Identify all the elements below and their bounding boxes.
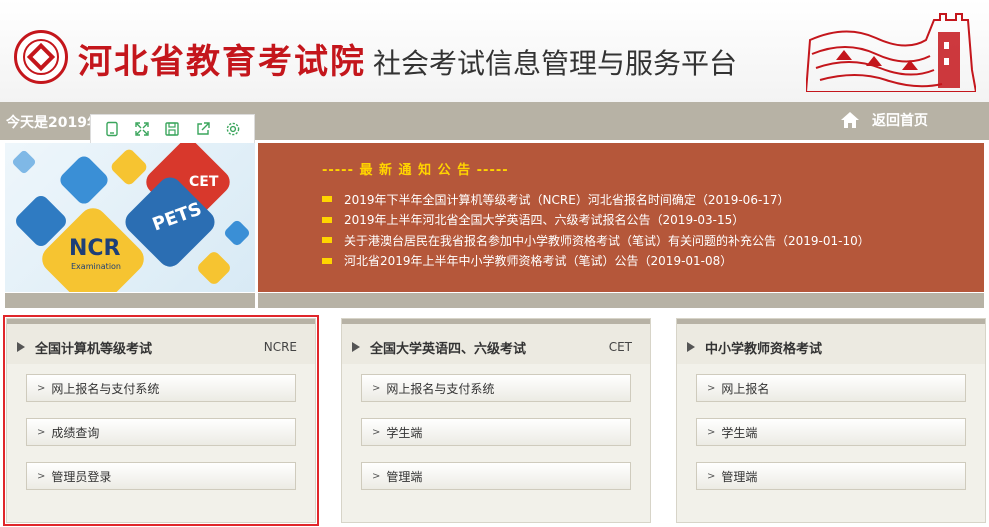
home-label: 返回首页: [872, 113, 928, 129]
panel-title: 全国大学英语四、六级考试: [370, 342, 527, 357]
notice-item[interactable]: 2019年下半年全国计算机等级考试（NCRE）河北省报名时间确定（2019-06…: [322, 189, 870, 210]
notice-item[interactable]: 河北省2019年上半年中小学教师资格考试（笔试）公告（2019-01-08）: [322, 251, 870, 272]
banner-ncre-text: NCR: [69, 236, 121, 261]
cet-admin-button[interactable]: > 管理端: [361, 462, 631, 490]
notice-list: 2019年下半年全国计算机等级考试（NCRE）河北省报名时间确定（2019-06…: [322, 189, 870, 271]
bullet-icon: [322, 237, 332, 244]
notice-title: ----- 最 新 通 知 公 告 -----: [322, 163, 509, 178]
chevron-right-icon: >: [372, 382, 381, 394]
today-text: 今天是2019年: [6, 115, 101, 131]
fullscreen-icon[interactable]: [132, 119, 152, 139]
share-icon[interactable]: [193, 119, 213, 139]
chevron-right-icon: >: [372, 470, 381, 482]
org-name: 河北省教育考试院: [78, 42, 366, 82]
page: 河北省教育考试院 社会考试信息管理与服务平台 今天是2019年 返回首页 CET…: [0, 0, 989, 527]
notice-text: 河北省2019年上半年中小学教师资格考试（笔试）公告（2019-01-08）: [344, 254, 733, 269]
panel-cet: 全国大学英语四、六级考试 CET > 网上报名与支付系统 > 学生端 > 管理端: [341, 318, 651, 523]
panel-code: CET: [608, 340, 632, 354]
bullet-icon: [322, 216, 332, 223]
panel-header: 中小学教师资格考试: [677, 319, 985, 364]
chevron-right-icon: >: [372, 426, 381, 438]
button-label: 学生端: [721, 425, 758, 440]
button-label: 学生端: [386, 425, 423, 440]
notice-board: ----- 最 新 通 知 公 告 ----- 2019年下半年全国计算机等级考…: [258, 143, 984, 292]
home-icon: [841, 112, 859, 128]
great-wall-icon: [806, 13, 976, 92]
tablet-icon[interactable]: [102, 119, 122, 139]
teacher-admin-button[interactable]: > 管理端: [696, 462, 966, 490]
button-label: 成绩查询: [51, 425, 100, 440]
notice-strip: [258, 293, 984, 308]
chevron-right-icon: >: [707, 382, 716, 394]
chevron-right-icon: >: [37, 470, 46, 482]
cet-register-button[interactable]: > 网上报名与支付系统: [361, 374, 631, 402]
ncre-score-button[interactable]: > 成绩查询: [26, 418, 296, 446]
banner-strip: [5, 293, 255, 308]
panel-title: 全国计算机等级考试: [35, 342, 153, 357]
banner-exam-text: Examination: [71, 262, 121, 271]
chevron-right-icon: >: [37, 382, 46, 394]
notice-item[interactable]: 关于港澳台居民在我省报名参加中小学教师资格考试（笔试）有关问题的补充公告（201…: [322, 230, 870, 251]
platform-name: 社会考试信息管理与服务平台: [373, 47, 738, 80]
teacher-student-button[interactable]: > 学生端: [696, 418, 966, 446]
chevron-right-icon: >: [707, 470, 716, 482]
notice-text: 2019年上半年河北省全国大学英语四、六级考试报名公告（2019-03-15）: [344, 213, 745, 228]
notice-item[interactable]: 2019年上半年河北省全国大学英语四、六级考试报名公告（2019-03-15）: [322, 210, 870, 231]
button-label: 网上报名与支付系统: [51, 381, 160, 396]
floating-toolbar: [90, 114, 255, 144]
triangle-right-icon: [352, 342, 360, 352]
panel-code: NCRE: [263, 340, 297, 354]
panel-ncre: 全国计算机等级考试 NCRE > 网上报名与支付系统 > 成绩查询 > 管理员登录: [3, 315, 319, 526]
triangle-right-icon: [17, 342, 25, 352]
exam-banner-image: CET PETS NCR Examination: [5, 143, 255, 292]
notice-text: 关于港澳台居民在我省报名参加中小学教师资格考试（笔试）有关问题的补充公告（201…: [344, 233, 870, 248]
panel-header: 全国大学英语四、六级考试 CET: [342, 319, 650, 364]
triangle-right-icon: [687, 342, 695, 352]
notice-text: 2019年下半年全国计算机等级考试（NCRE）河北省报名时间确定（2019-06…: [344, 192, 790, 207]
button-label: 网上报名: [721, 381, 770, 396]
cet-student-button[interactable]: > 学生端: [361, 418, 631, 446]
settings-icon[interactable]: [223, 119, 243, 139]
home-link[interactable]: 返回首页: [840, 110, 928, 130]
chevron-right-icon: >: [707, 426, 716, 438]
button-label: 管理端: [721, 469, 758, 484]
panel-teacher: 中小学教师资格考试 > 网上报名 > 学生端 > 管理端: [676, 318, 986, 523]
bullet-icon: [322, 196, 332, 203]
teacher-register-button[interactable]: > 网上报名: [696, 374, 966, 402]
panel-header: 全国计算机等级考试 NCRE: [7, 319, 315, 364]
ncre-admin-login-button[interactable]: > 管理员登录: [26, 462, 296, 490]
button-label: 网上报名与支付系统: [386, 381, 495, 396]
button-label: 管理员登录: [51, 469, 112, 484]
panel-title: 中小学教师资格考试: [705, 342, 823, 357]
site-header: 河北省教育考试院 社会考试信息管理与服务平台: [0, 0, 989, 102]
button-label: 管理端: [386, 469, 423, 484]
banner-cet-text: CET: [189, 174, 219, 190]
bullet-icon: [322, 257, 332, 264]
chevron-right-icon: >: [37, 426, 46, 438]
logo-seal-icon: [14, 30, 68, 84]
save-icon[interactable]: [162, 119, 182, 139]
ncre-register-button[interactable]: > 网上报名与支付系统: [26, 374, 296, 402]
